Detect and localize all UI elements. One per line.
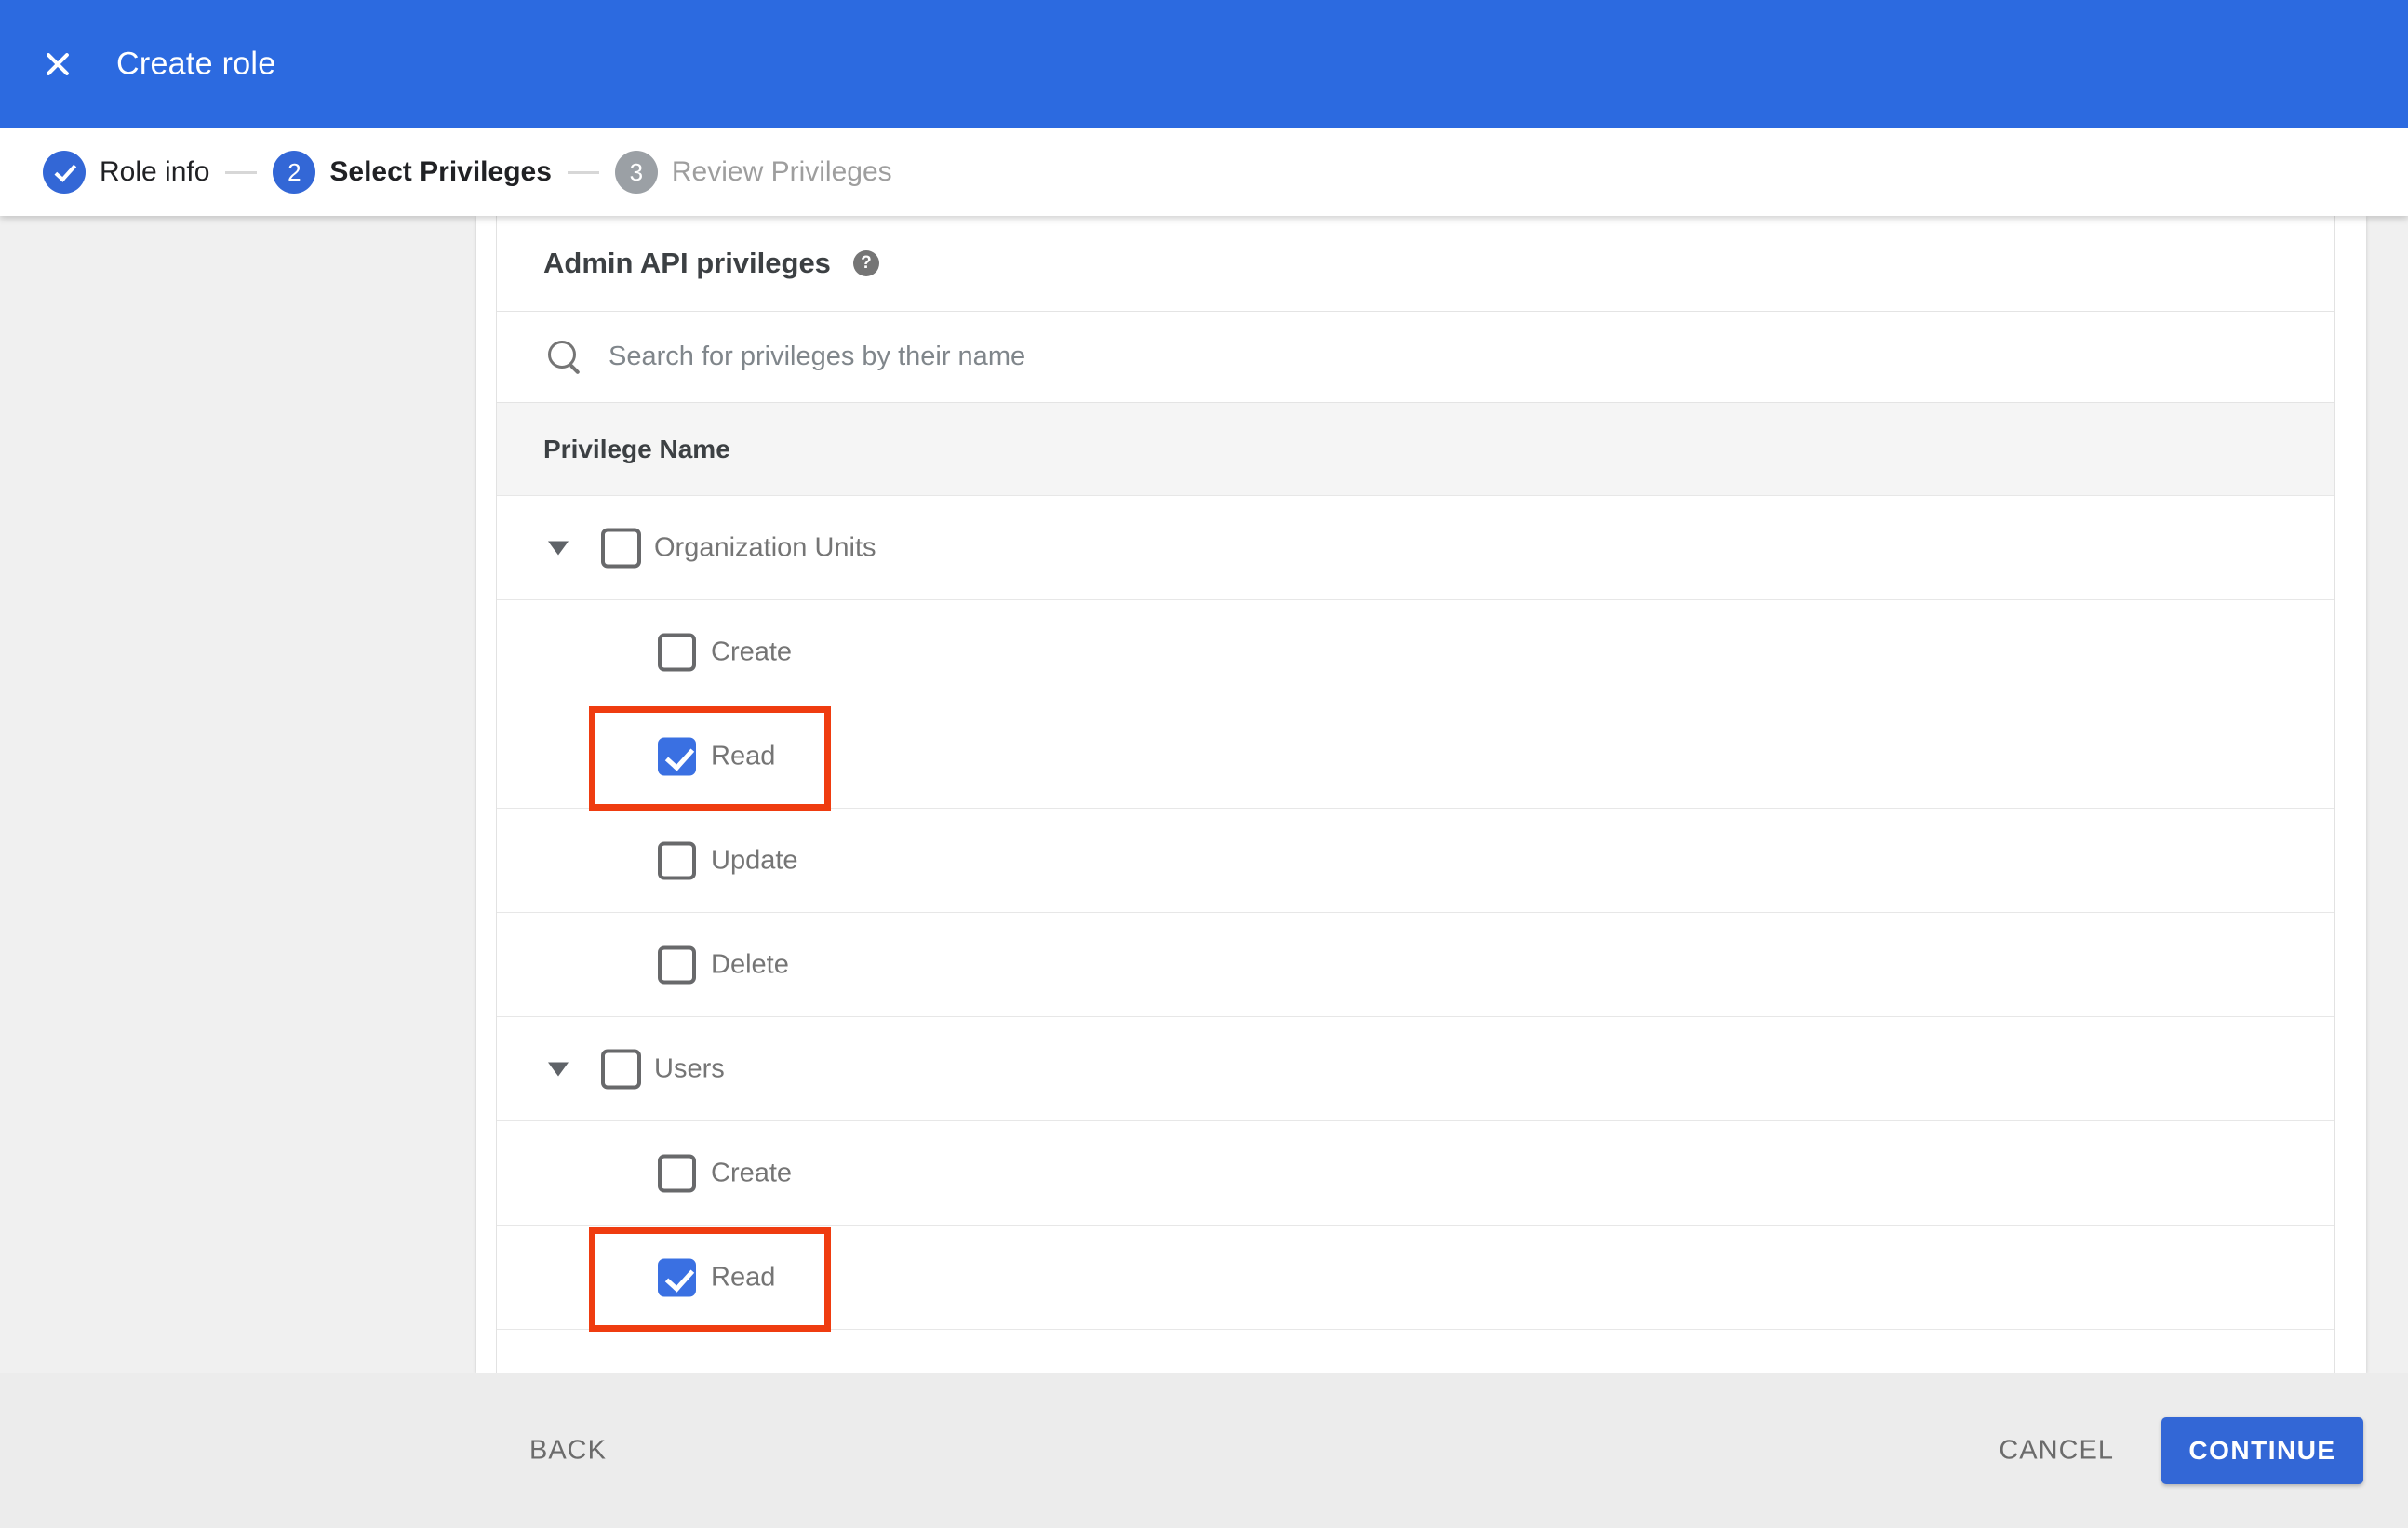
- step-1-circle: [43, 151, 86, 194]
- step-review-privileges[interactable]: 3 Review Privileges: [614, 151, 892, 194]
- cancel-button[interactable]: CANCEL: [1999, 1435, 2114, 1466]
- step-connector: [225, 170, 258, 174]
- privilege-label[interactable]: Create: [711, 637, 792, 667]
- privilege-label[interactable]: Delete: [711, 949, 789, 980]
- organization-units-checkbox[interactable]: [601, 528, 641, 568]
- stepper: Role info 2 Select Privileges 3 Review P…: [0, 128, 2408, 216]
- table-row-partial: [497, 1329, 2334, 1373]
- annotation-highlight-box: [589, 1227, 831, 1332]
- step-2-circle: 2: [273, 151, 316, 194]
- privilege-table-body: Organization Units Create Read Update Delete…: [497, 495, 2334, 1332]
- privilege-row: Read: [497, 1225, 2334, 1332]
- privilege-label[interactable]: Read: [711, 1262, 775, 1293]
- privilege-row: Update: [497, 808, 2334, 912]
- dialog-title: Create role: [116, 46, 276, 82]
- expander-triangle-icon[interactable]: [548, 541, 569, 555]
- step-connector: [567, 170, 599, 174]
- step-2-label: Select Privileges: [329, 156, 552, 187]
- privilege-row: Create: [497, 1120, 2334, 1225]
- privilege-table: Admin API privileges ? Privilege Name Or…: [496, 216, 2335, 1373]
- privilege-label[interactable]: Read: [711, 741, 775, 771]
- privilege-row: Read: [497, 704, 2334, 811]
- content-panel: Admin API privileges ? Privilege Name Or…: [476, 216, 2366, 1373]
- create-checkbox[interactable]: [658, 633, 696, 671]
- scrollbar-track[interactable]: [2336, 216, 2366, 1373]
- step-role-info[interactable]: Role info: [43, 151, 209, 194]
- privilege-group-row: Organization Units: [497, 495, 2334, 599]
- read-checkbox[interactable]: [658, 1258, 696, 1296]
- create-checkbox[interactable]: [658, 1154, 696, 1192]
- footer-bar: BACK CANCEL CONTINUE: [0, 1373, 2408, 1528]
- heading-row: Admin API privileges ?: [497, 216, 2334, 311]
- appbar: Create role: [0, 0, 2408, 128]
- privilege-row: Delete: [497, 912, 2334, 1016]
- expander-triangle-icon[interactable]: [548, 1062, 569, 1076]
- help-icon[interactable]: ?: [852, 250, 879, 276]
- privilege-label[interactable]: Create: [711, 1158, 792, 1188]
- privilege-label[interactable]: Organization Units: [654, 532, 876, 563]
- privilege-group-row: Users: [497, 1016, 2334, 1120]
- step-3-circle: 3: [614, 151, 658, 194]
- create-role-dialog: Create role Role info 2 Select Privilege…: [0, 0, 2408, 1528]
- back-button[interactable]: BACK: [529, 1435, 607, 1466]
- search-icon: [546, 339, 583, 376]
- checkmark-icon: [54, 159, 77, 182]
- search-input[interactable]: [609, 342, 2004, 372]
- step-3-label: Review Privileges: [671, 156, 892, 187]
- privilege-label[interactable]: Update: [711, 845, 798, 876]
- search-row: [497, 311, 2334, 402]
- users-checkbox[interactable]: [601, 1049, 641, 1089]
- table-header: Privilege Name: [497, 402, 2334, 495]
- continue-button[interactable]: CONTINUE: [2161, 1416, 2363, 1484]
- close-button[interactable]: [37, 44, 78, 85]
- table-header-label: Privilege Name: [543, 434, 730, 463]
- step-1-label: Role info: [100, 156, 210, 187]
- delete-checkbox[interactable]: [658, 945, 696, 984]
- privilege-row: Create: [497, 599, 2334, 704]
- step-select-privileges[interactable]: 2 Select Privileges: [273, 151, 552, 194]
- annotation-highlight-box: [589, 706, 831, 811]
- section-title: Admin API privileges: [543, 247, 831, 279]
- update-checkbox[interactable]: [658, 841, 696, 879]
- read-checkbox[interactable]: [658, 737, 696, 775]
- privilege-label[interactable]: Users: [654, 1053, 725, 1084]
